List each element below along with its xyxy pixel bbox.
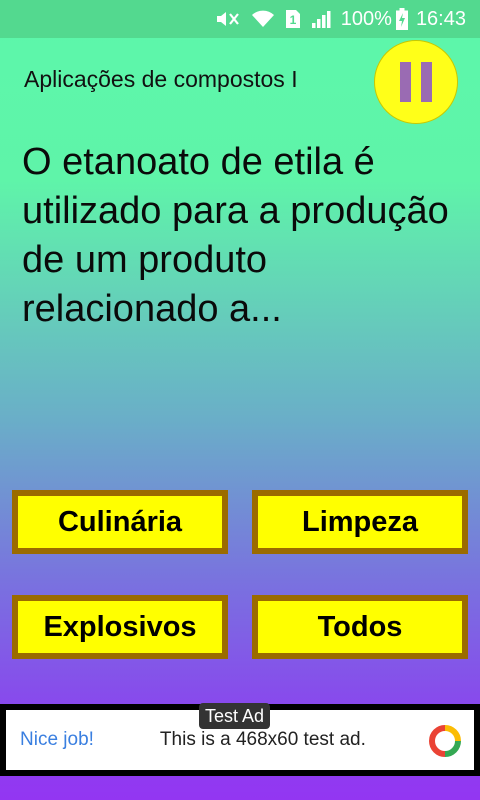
- test-ad-badge: Test Ad: [199, 703, 271, 729]
- pause-icon: [395, 62, 437, 102]
- answer-button-culinaria[interactable]: Culinária: [12, 490, 228, 554]
- wifi-icon: [251, 9, 275, 29]
- battery-percentage: 100%: [340, 7, 392, 30]
- answer-button-explosivos[interactable]: Explosivos: [12, 595, 228, 659]
- sim-icon: 1: [285, 9, 301, 29]
- battery-charging-icon: [395, 8, 408, 30]
- answer-button-limpeza[interactable]: Limpeza: [252, 490, 468, 554]
- ad-logo-icon: [428, 724, 462, 763]
- pause-button[interactable]: [374, 40, 458, 124]
- question-text: O etanoato de etila é utilizado para a p…: [22, 141, 449, 330]
- quiz-title: Aplicações de compostos I: [24, 66, 298, 92]
- signal-icon: [311, 9, 333, 29]
- mute-icon: [215, 9, 241, 29]
- sim-slot-label: 1: [289, 13, 296, 27]
- answer-button-todos[interactable]: Todos: [252, 595, 468, 659]
- ad-message: This is a 468x60 test ad.: [159, 729, 366, 750]
- ad-headline: Nice job!: [20, 729, 94, 750]
- clock: 16:43: [415, 7, 466, 30]
- status-bar: 1 100% 16:43: [0, 0, 480, 38]
- ad-banner[interactable]: Nice job! This is a 468x60 test ad. Test…: [0, 703, 480, 776]
